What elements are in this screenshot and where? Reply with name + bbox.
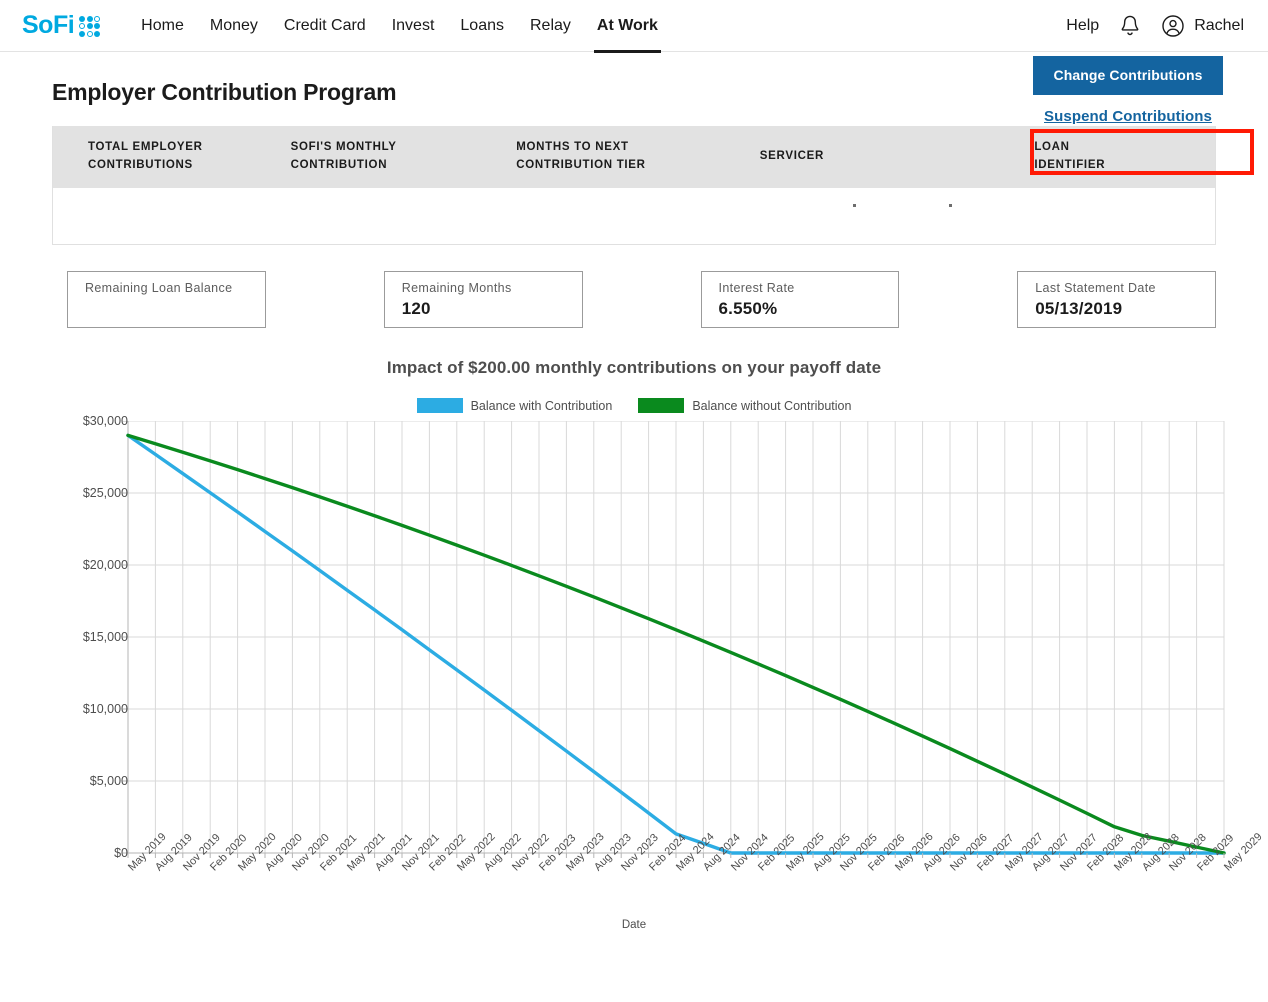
- summary-cards: Remaining Loan Balance Remaining Months …: [52, 271, 1216, 328]
- nav-item-invest[interactable]: Invest: [379, 1, 448, 51]
- nav-item-at-work[interactable]: At Work: [584, 1, 671, 51]
- legend-item-without-contribution[interactable]: Balance without Contribution: [638, 398, 851, 413]
- card-value: 6.550%: [719, 299, 899, 319]
- legend-swatch-green: [638, 398, 684, 413]
- header-actions: Change Contributions Suspend Contributio…: [1033, 56, 1223, 130]
- main-nav-links: Home Money Credit Card Invest Loans Rela…: [128, 1, 671, 51]
- page-title: Employer Contribution Program: [52, 79, 396, 106]
- sofi-logo[interactable]: SoFi: [22, 13, 100, 38]
- x-axis-ticks: May 2019Aug 2019Nov 2019Feb 2020May 2020…: [0, 865, 1268, 927]
- column-header-months-to-next-contribution-tier: MONTHS TO NEXT CONTRIBUTION TIER: [516, 139, 760, 175]
- sofi-logo-text: SoFi: [22, 13, 74, 38]
- legend-label: Balance without Contribution: [692, 399, 851, 413]
- nav-item-home[interactable]: Home: [128, 1, 197, 51]
- card-interest-rate: Interest Rate 6.550%: [701, 271, 900, 328]
- column-header-sofis-monthly-contribution: SOFI'S MONTHLY CONTRIBUTION: [291, 139, 517, 175]
- y-tick-label: $25,000: [58, 486, 128, 500]
- payoff-chart: Impact of $200.00 monthly contributions …: [52, 358, 1216, 931]
- cell-loan-identifier-value: [949, 204, 952, 207]
- suspend-contributions-wrap: Suspend Contributions: [1033, 102, 1223, 130]
- header-line-2: CONTRIBUTIONS: [88, 159, 193, 171]
- page-content: Employer Contribution Program Change Con…: [0, 52, 1268, 931]
- card-value: 05/13/2019: [1035, 299, 1215, 319]
- bell-icon[interactable]: [1119, 14, 1141, 37]
- legend-item-with-contribution[interactable]: Balance with Contribution: [417, 398, 613, 413]
- nav-item-relay[interactable]: Relay: [517, 1, 584, 51]
- header-line-2: CONTRIBUTION: [291, 159, 388, 171]
- header-line-2: CONTRIBUTION TIER: [516, 159, 645, 171]
- nav-item-credit-card[interactable]: Credit Card: [271, 1, 379, 51]
- legend-label: Balance with Contribution: [471, 399, 613, 413]
- card-value: [85, 299, 265, 319]
- card-last-statement-date: Last Statement Date 05/13/2019: [1017, 271, 1216, 328]
- nav-item-loans[interactable]: Loans: [447, 1, 517, 51]
- card-label: Remaining Months: [402, 281, 582, 296]
- header-line-1: TOTAL EMPLOYER: [88, 141, 203, 153]
- y-tick-label: $15,000: [58, 630, 128, 644]
- suspend-contributions-link[interactable]: Suspend Contributions: [1044, 108, 1212, 125]
- column-header-loan-identifier: LOAN IDENTIFIER: [1034, 139, 1215, 175]
- y-axis-ticks: $0$5,000$10,000$15,000$20,000$25,000$30,…: [58, 421, 128, 861]
- sofi-dot-grid-icon: [79, 16, 100, 37]
- user-name-label: Rachel: [1194, 17, 1244, 35]
- nav-left-group: SoFi Home Money Credit Card Invest Loans…: [0, 1, 671, 51]
- user-menu[interactable]: Rachel: [1161, 14, 1244, 38]
- column-header-servicer: SERVICER: [760, 148, 1035, 166]
- card-label: Last Statement Date: [1035, 281, 1215, 296]
- user-circle-icon: [1161, 14, 1185, 38]
- header-line-1: SOFI'S MONTHLY: [291, 141, 397, 153]
- change-contributions-button[interactable]: Change Contributions: [1033, 56, 1223, 95]
- help-link[interactable]: Help: [1066, 17, 1099, 35]
- card-label: Interest Rate: [719, 281, 899, 296]
- header-line-1: SERVICER: [760, 150, 824, 162]
- y-tick-label: $30,000: [58, 414, 128, 428]
- header-line-1: MONTHS TO NEXT: [516, 141, 628, 153]
- y-tick-label: $10,000: [58, 702, 128, 716]
- x-axis-label: Date: [0, 919, 1268, 931]
- card-value: 120: [402, 299, 582, 319]
- contributions-table: TOTAL EMPLOYER CONTRIBUTIONS SOFI'S MONT…: [52, 126, 1216, 245]
- nav-right-group: Help Rachel: [1066, 14, 1244, 38]
- chart-legend: Balance with Contribution Balance withou…: [52, 398, 1216, 413]
- y-tick-label: $5,000: [58, 774, 128, 788]
- chart-plot-area: $0$5,000$10,000$15,000$20,000$25,000$30,…: [0, 421, 1268, 931]
- cell-servicer-value: [853, 204, 856, 207]
- page-header: Employer Contribution Program Change Con…: [52, 52, 1216, 126]
- chart-title: Impact of $200.00 monthly contributions …: [52, 358, 1216, 378]
- y-tick-label: $20,000: [58, 558, 128, 572]
- top-navigation-bar: SoFi Home Money Credit Card Invest Loans…: [0, 0, 1268, 52]
- y-tick-label: $0: [58, 846, 128, 860]
- card-label: Remaining Loan Balance: [85, 281, 265, 296]
- header-line-2: IDENTIFIER: [1034, 159, 1105, 171]
- legend-swatch-blue: [417, 398, 463, 413]
- card-remaining-loan-balance: Remaining Loan Balance: [67, 271, 266, 328]
- table-header-row: TOTAL EMPLOYER CONTRIBUTIONS SOFI'S MONT…: [53, 126, 1215, 188]
- table-row[interactable]: [53, 188, 1215, 244]
- card-remaining-months: Remaining Months 120: [384, 271, 583, 328]
- nav-item-money[interactable]: Money: [197, 1, 271, 51]
- column-header-total-employer-contributions: TOTAL EMPLOYER CONTRIBUTIONS: [53, 139, 291, 175]
- header-line-1: LOAN: [1034, 141, 1069, 153]
